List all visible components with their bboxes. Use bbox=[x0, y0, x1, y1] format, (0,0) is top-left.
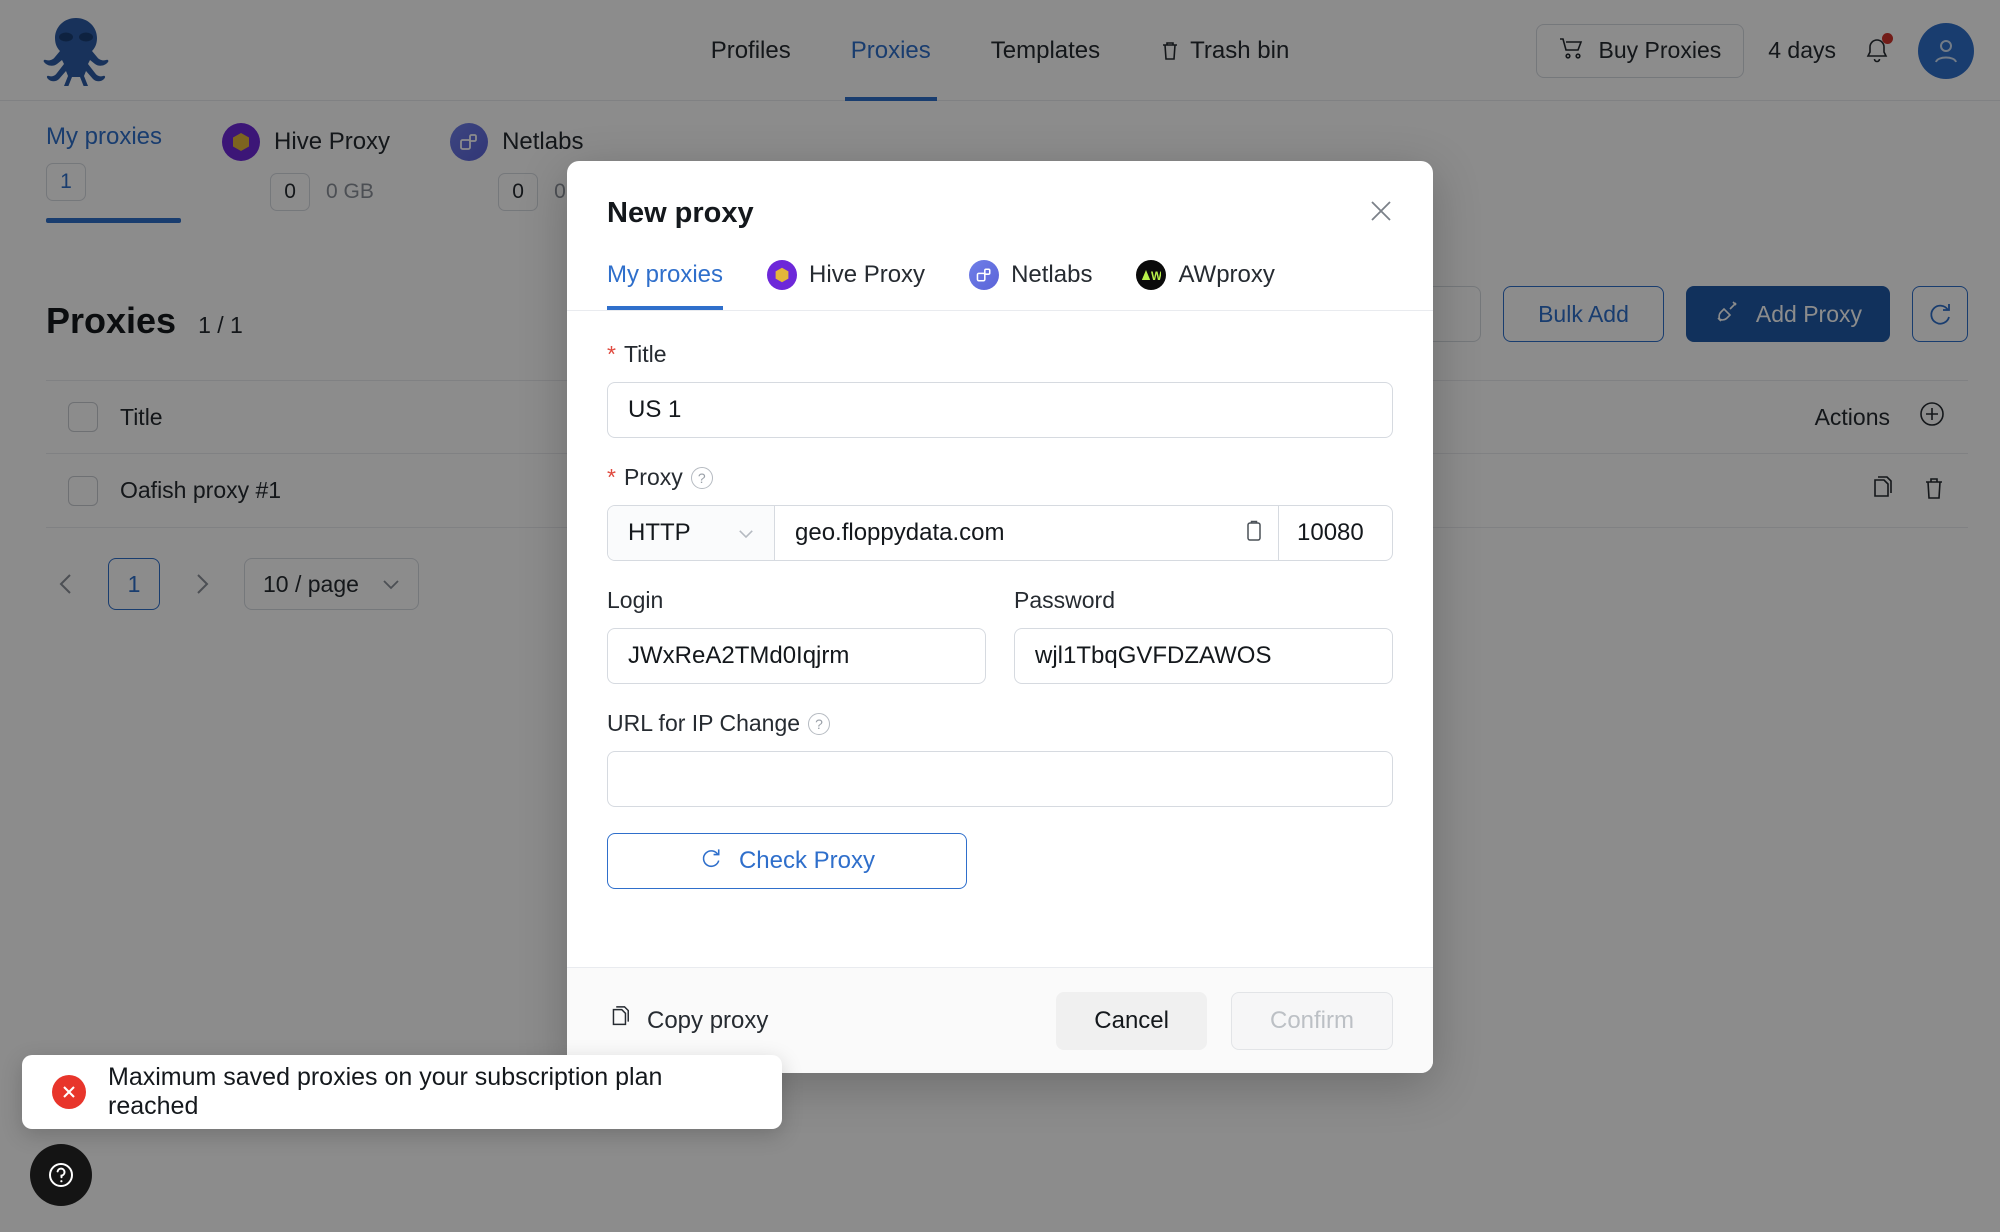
field-proxy: * Proxy ? HTTP bbox=[607, 464, 1393, 561]
proxy-host-wrap bbox=[775, 506, 1279, 560]
title-input[interactable] bbox=[607, 382, 1393, 438]
refresh-icon bbox=[699, 846, 723, 877]
netlabs-icon bbox=[969, 260, 999, 290]
hive-icon bbox=[767, 260, 797, 290]
modal-title: New proxy bbox=[607, 197, 1393, 230]
modal-header: New proxy bbox=[567, 161, 1433, 230]
url-ip-change-input[interactable] bbox=[607, 751, 1393, 807]
confirm-button[interactable]: Confirm bbox=[1231, 992, 1393, 1050]
field-title: * Title bbox=[607, 341, 1393, 438]
required-asterisk: * bbox=[607, 466, 616, 489]
field-login: Login bbox=[607, 587, 986, 684]
chevron-down-icon bbox=[738, 528, 754, 539]
awproxy-icon: W bbox=[1136, 260, 1166, 290]
field-proxy-label: Proxy bbox=[624, 464, 683, 491]
check-proxy-label: Check Proxy bbox=[739, 847, 875, 875]
modal-tab-hive-proxy[interactable]: Hive Proxy bbox=[767, 260, 925, 310]
password-input[interactable] bbox=[1014, 628, 1393, 684]
login-input[interactable] bbox=[607, 628, 986, 684]
modal-tab-hive-proxy-label: Hive Proxy bbox=[809, 261, 925, 289]
proxy-type-value: HTTP bbox=[628, 519, 691, 547]
modal-tab-my-proxies-label: My proxies bbox=[607, 261, 723, 289]
proxy-port-wrap bbox=[1279, 506, 1392, 560]
cancel-button[interactable]: Cancel bbox=[1056, 992, 1207, 1050]
copy-proxy-button[interactable]: Copy proxy bbox=[607, 1004, 768, 1037]
field-url-ip-change-label: URL for IP Change bbox=[607, 710, 800, 737]
question-mark-icon bbox=[44, 1158, 78, 1192]
toast-message: Maximum saved proxies on your subscripti… bbox=[108, 1063, 752, 1121]
check-proxy-button[interactable]: Check Proxy bbox=[607, 833, 967, 889]
field-login-label-row: Login bbox=[607, 587, 986, 614]
field-title-label: Title bbox=[624, 341, 667, 368]
svg-text:W: W bbox=[1151, 270, 1161, 283]
help-button[interactable] bbox=[30, 1144, 92, 1206]
required-asterisk: * bbox=[607, 343, 616, 366]
field-password-label: Password bbox=[1014, 587, 1115, 614]
modal-body: * Title * Proxy ? HTTP bbox=[567, 311, 1433, 967]
proxy-type-select[interactable]: HTTP bbox=[608, 506, 775, 560]
modal-tab-awproxy[interactable]: W AWproxy bbox=[1136, 260, 1274, 310]
new-proxy-modal: New proxy My proxies Hive Proxy Netlabs bbox=[567, 161, 1433, 1073]
modal-tab-my-proxies[interactable]: My proxies bbox=[607, 261, 723, 309]
modal-tab-netlabs[interactable]: Netlabs bbox=[969, 260, 1092, 310]
proxy-host-input[interactable] bbox=[775, 506, 1244, 560]
field-credentials: Login Password bbox=[607, 587, 1393, 684]
close-icon[interactable] bbox=[1359, 189, 1403, 233]
field-title-label-row: * Title bbox=[607, 341, 1393, 368]
help-icon[interactable]: ? bbox=[691, 467, 713, 489]
error-toast: Maximum saved proxies on your subscripti… bbox=[22, 1055, 782, 1129]
modal-tab-netlabs-label: Netlabs bbox=[1011, 261, 1092, 289]
field-login-label: Login bbox=[607, 587, 663, 614]
field-url-ip-change-label-row: URL for IP Change ? bbox=[607, 710, 1393, 737]
copy-icon bbox=[607, 1004, 631, 1037]
copy-proxy-label: Copy proxy bbox=[647, 1007, 768, 1035]
help-icon[interactable]: ? bbox=[808, 713, 830, 735]
proxy-port-input[interactable] bbox=[1279, 506, 1392, 560]
modal-tab-awproxy-label: AWproxy bbox=[1178, 261, 1274, 289]
clipboard-icon[interactable] bbox=[1244, 519, 1264, 548]
error-icon bbox=[52, 1075, 86, 1109]
field-password: Password bbox=[1014, 587, 1393, 684]
field-url-ip-change: URL for IP Change ? bbox=[607, 710, 1393, 807]
modal-footer-actions: Cancel Confirm bbox=[1056, 992, 1393, 1050]
field-proxy-label-row: * Proxy ? bbox=[607, 464, 1393, 491]
proxy-input-group: HTTP bbox=[607, 505, 1393, 561]
field-password-label-row: Password bbox=[1014, 587, 1393, 614]
modal-tabs: My proxies Hive Proxy Netlabs W A bbox=[567, 260, 1433, 311]
